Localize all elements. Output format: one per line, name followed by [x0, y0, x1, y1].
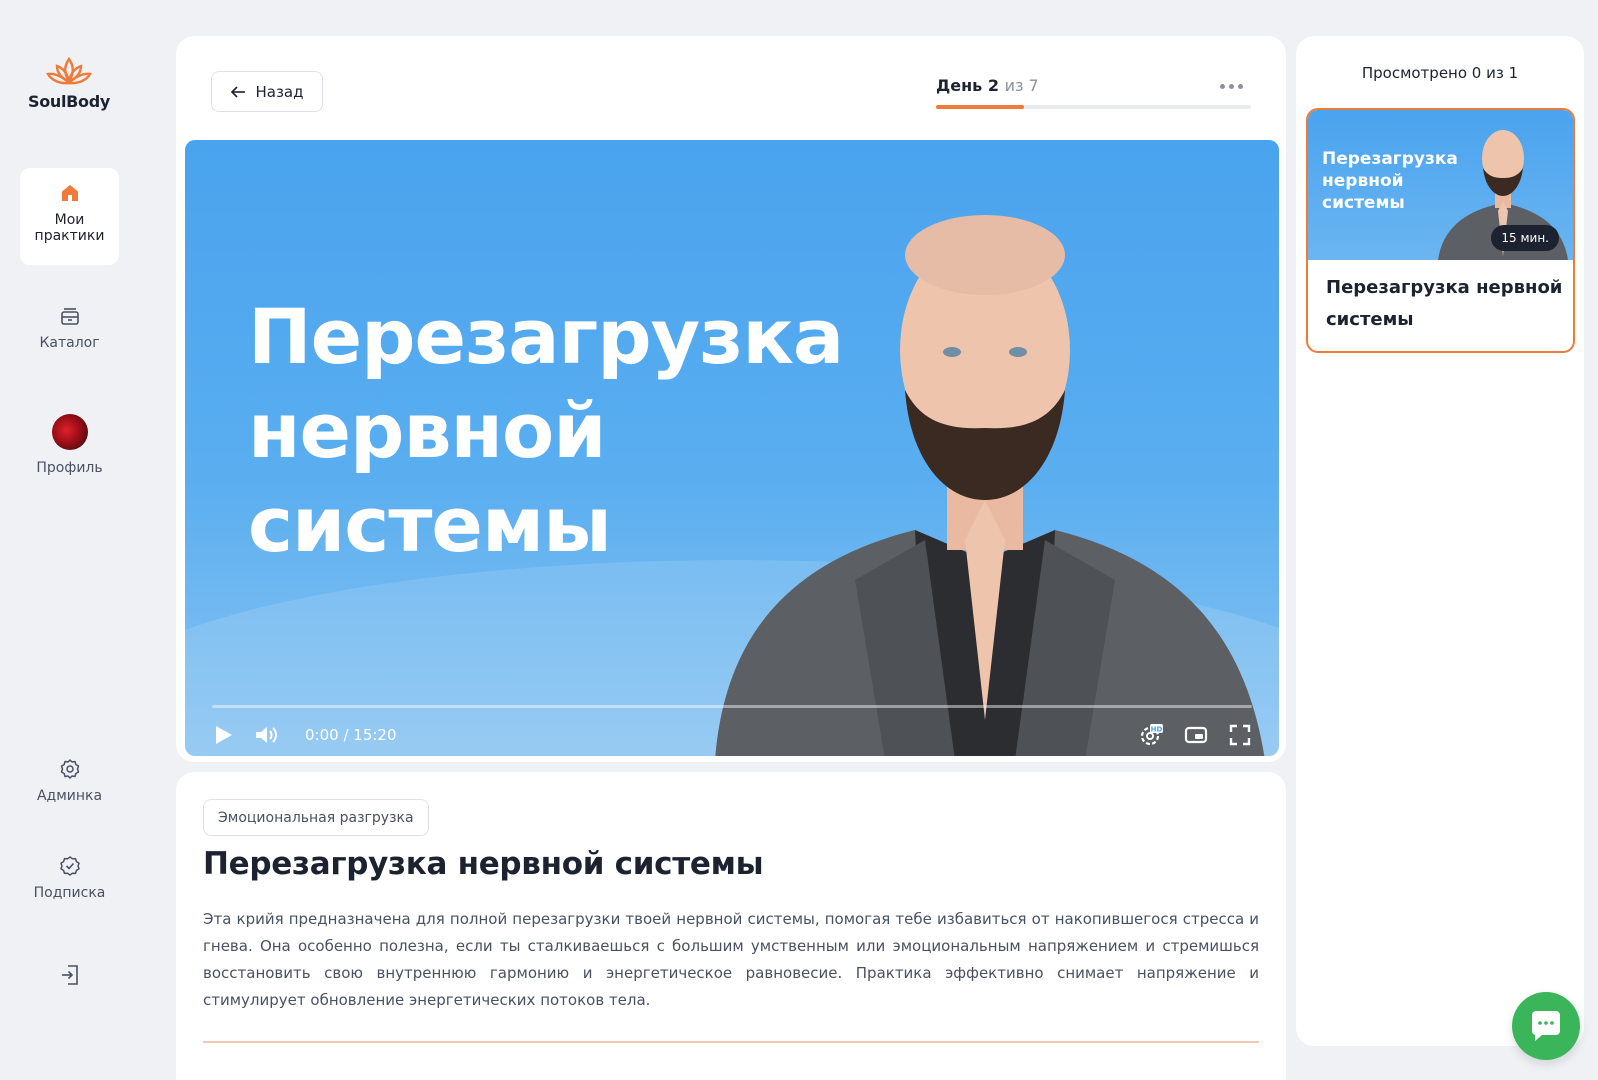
- sidebar-item-label: Мои практики: [34, 212, 105, 244]
- category-tag[interactable]: Эмоциональная разгрузка: [203, 799, 429, 836]
- miniplayer-icon: [1184, 726, 1208, 744]
- video-player[interactable]: Перезагрузка нервной системы 0:00 / 15:2…: [185, 140, 1279, 756]
- avatar: [51, 414, 88, 450]
- duration-badge: 15 мин.: [1491, 225, 1559, 251]
- day-total: из 7: [1004, 76, 1039, 95]
- play-icon: [216, 726, 232, 744]
- arrow-left-icon: [231, 85, 246, 98]
- watched-counter: Просмотрено 0 из 1: [1361, 64, 1519, 82]
- gear-icon: [60, 759, 79, 779]
- sidebar: SoulBody Мои практики Каталог Профиль Ад…: [0, 0, 138, 1080]
- video-controls-right: HD: [1138, 723, 1252, 747]
- day-label: День 2 из 7: [936, 76, 1251, 95]
- dot: [1228, 83, 1234, 89]
- sidebar-item-my-practices[interactable]: Мои практики: [20, 168, 119, 265]
- logo-text: SoulBody: [27, 92, 111, 111]
- video-progress-bar[interactable]: [212, 705, 1252, 708]
- catalog-icon: [60, 308, 79, 325]
- sidebar-item-admin[interactable]: Админка: [20, 758, 119, 818]
- logout-button[interactable]: [20, 963, 119, 995]
- play-button[interactable]: [212, 724, 234, 746]
- miniplayer-button[interactable]: [1184, 724, 1208, 746]
- quality-settings-button[interactable]: HD: [1138, 723, 1164, 747]
- divider: [203, 1041, 1259, 1043]
- fullscreen-button[interactable]: [1228, 723, 1252, 747]
- lesson-description: Эта крийя предназначена для полной перез…: [203, 910, 1259, 1009]
- sidebar-item-profile[interactable]: Профиль: [20, 414, 119, 484]
- presenter-image: [715, 215, 1265, 756]
- dot: [1237, 83, 1243, 89]
- sidebar-item-subscription[interactable]: Подписка: [20, 855, 119, 915]
- home-icon: [61, 185, 78, 201]
- day-progress-fill: [936, 105, 1025, 109]
- more-options-button[interactable]: [1216, 76, 1246, 96]
- dot: [1219, 83, 1225, 89]
- sidebar-item-catalog[interactable]: Каталог: [20, 305, 119, 365]
- svg-text:HD: HD: [1151, 726, 1163, 734]
- video-controls: 0:00 / 15:20 HD: [212, 718, 1252, 752]
- day-progress-track: [936, 105, 1251, 109]
- chat-icon: [1532, 1011, 1560, 1041]
- playlist-item-thumbnail: Перезагрузка нервной системы 15 мин.: [1308, 110, 1573, 260]
- lesson-info-card: Эмоциональная разгрузка Перезагрузка нер…: [176, 772, 1286, 1080]
- playlist-item[interactable]: Перезагрузка нервной системы 15 мин. Перез…: [1306, 108, 1575, 353]
- day-current: День 2: [936, 76, 999, 95]
- back-button[interactable]: Назад: [211, 71, 323, 112]
- lesson-title: Перезагрузка нервной системы: [203, 846, 764, 882]
- sidebar-item-label: Профиль: [36, 460, 103, 476]
- chat-button[interactable]: [1512, 992, 1580, 1060]
- logo[interactable]: SoulBody: [0, 56, 138, 111]
- fullscreen-icon: [1229, 724, 1251, 746]
- sidebar-item-label: Каталог: [39, 335, 100, 351]
- video-time: 0:00 / 15:20: [305, 726, 397, 744]
- back-button-label: Назад: [255, 82, 304, 101]
- sidebar-item-label: Подписка: [33, 885, 106, 901]
- badge-check-icon: [59, 856, 80, 876]
- day-progress: День 2 из 7: [936, 76, 1251, 109]
- lotus-logo-icon: [46, 56, 92, 85]
- hd-settings-icon: HD: [1140, 724, 1163, 746]
- sidebar-item-label: Админка: [36, 788, 103, 804]
- player-card: Назад День 2 из 7 Перезагрузка нервной сис…: [176, 36, 1286, 762]
- playlist-panel: Просмотрено 0 из 1 Перезагрузка нервной си…: [1296, 36, 1584, 1046]
- playlist-item-title: Перезагрузка нервной системы: [1326, 277, 1563, 330]
- volume-icon: [256, 727, 277, 743]
- logout-icon: [61, 965, 78, 985]
- volume-button[interactable]: [254, 724, 280, 746]
